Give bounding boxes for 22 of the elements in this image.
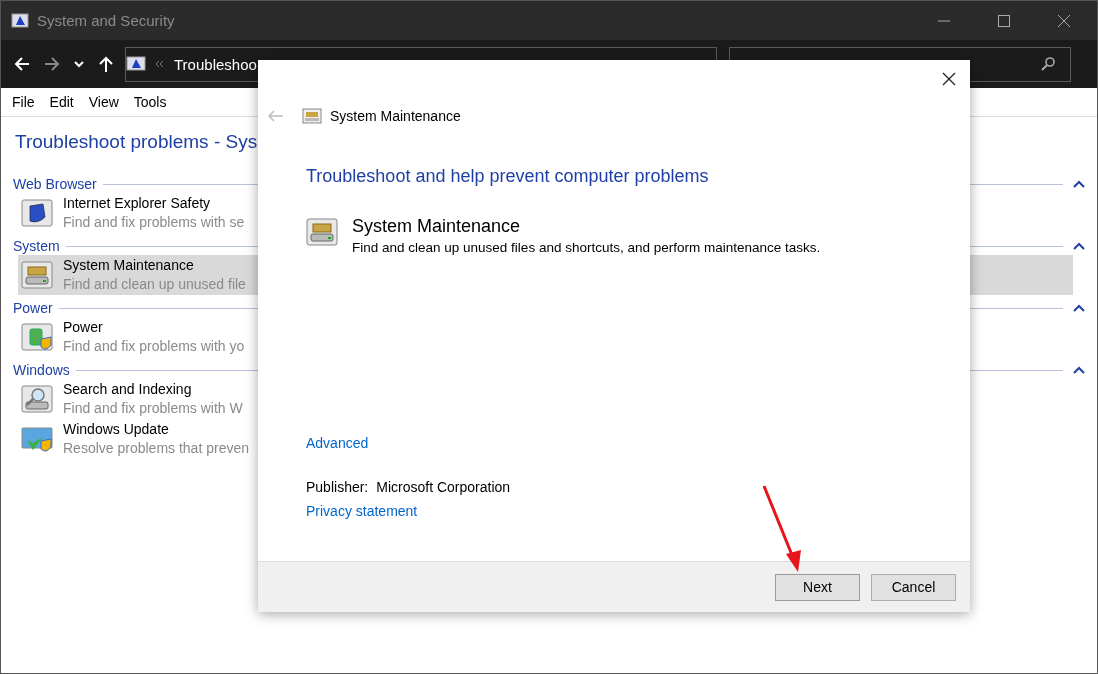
item-name: Search and Indexing: [63, 380, 193, 399]
group-title: System: [13, 238, 60, 254]
item-name: System Maintenance: [63, 256, 195, 275]
dialog-heading: Troubleshoot and help prevent computer problems: [306, 166, 710, 187]
item-description: Resolve problems that preven: [63, 439, 249, 458]
item-description: Find and clean up unused file: [63, 275, 246, 294]
item-name: Internet Explorer Safety: [63, 194, 212, 213]
publisher-name: Microsoft Corporation: [376, 479, 511, 495]
page-title: Troubleshoot problems - Sys: [15, 131, 259, 153]
item-name: Windows Update: [63, 420, 170, 439]
window-title: System and Security: [37, 12, 175, 29]
item-description: Find and fix problems with se: [63, 213, 245, 232]
group-title: Windows: [13, 362, 70, 378]
group-title: Power: [13, 300, 53, 316]
item-name: Power: [63, 318, 104, 337]
group-title: Web Browser: [13, 176, 97, 192]
item-description: Find and fix problems with W: [63, 399, 243, 418]
dialog-title: System Maintenance: [330, 108, 461, 124]
task-description: Find and clean up unused files and shortcuts, and perform maintenance tasks.: [352, 240, 821, 255]
item-description: Find and fix problems with yo: [63, 337, 245, 356]
task-name: System Maintenance: [352, 216, 522, 237]
publisher-label: Publisher:: [306, 479, 369, 495]
